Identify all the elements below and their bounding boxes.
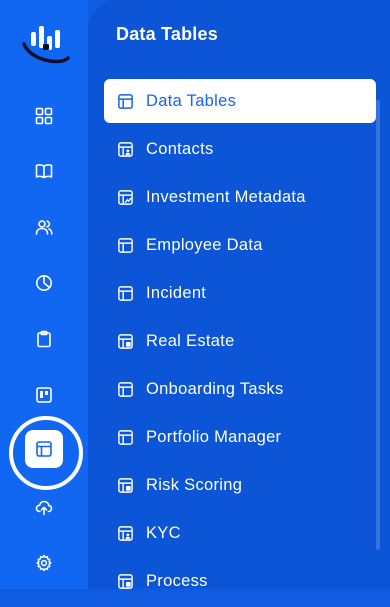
- rail-item-upload[interactable]: [24, 487, 64, 527]
- table-person-icon: [118, 525, 133, 541]
- menu-item-onboarding-tasks[interactable]: Onboarding Tasks: [104, 367, 376, 411]
- menu-item-kyc[interactable]: KYC: [104, 511, 376, 555]
- rail-item-library[interactable]: [24, 151, 64, 191]
- settings-icon: [36, 554, 52, 572]
- menu-item-employee-data[interactable]: Employee Data: [104, 223, 376, 267]
- menu-item-data-tables[interactable]: Data Tables: [104, 79, 376, 123]
- rail-item-boards[interactable]: [24, 375, 64, 415]
- pie-chart-icon: [36, 275, 52, 291]
- table-building-icon: [118, 573, 133, 589]
- icon-rail: [0, 0, 88, 589]
- table-icon: [118, 381, 133, 397]
- menu-item-investment-metadata[interactable]: Investment Metadata: [104, 175, 376, 219]
- cloud-upload-icon: [35, 500, 53, 516]
- table-icon: [118, 429, 133, 445]
- table-chart-icon: [118, 189, 133, 205]
- rail-item-tasks[interactable]: [24, 319, 64, 359]
- kanban-icon: [36, 387, 52, 403]
- menu-item-portfolio-manager[interactable]: Portfolio Manager: [104, 415, 376, 459]
- table-building-icon: [118, 477, 133, 493]
- menu-item-label: Real Estate: [146, 331, 235, 350]
- menu-item-label: KYC: [146, 523, 181, 542]
- table-person-icon: [118, 141, 133, 157]
- menu-item-label: Investment Metadata: [146, 187, 306, 206]
- rail-item-users[interactable]: [24, 207, 64, 247]
- rail-item-dashboard[interactable]: [24, 96, 64, 136]
- data-tables-panel: Data Tables Data Tables Contacts Investm…: [88, 0, 390, 590]
- menu-item-label: Onboarding Tasks: [146, 379, 284, 398]
- menu-item-real-estate[interactable]: Real Estate: [104, 319, 376, 363]
- menu-item-label: Contacts: [146, 139, 214, 158]
- table-icon: [118, 237, 133, 253]
- book-icon: [35, 164, 53, 179]
- menu-item-label: Data Tables: [146, 91, 237, 110]
- menu-item-label: Employee Data: [146, 235, 263, 254]
- menu-item-contacts[interactable]: Contacts: [104, 127, 376, 171]
- panel-scrollbar[interactable]: [376, 100, 380, 550]
- menu-item-incident[interactable]: Incident: [104, 271, 376, 315]
- table-icon: [118, 93, 133, 109]
- menu-item-label: Process: [146, 571, 208, 590]
- menu-item-risk-scoring[interactable]: Risk Scoring: [104, 463, 376, 507]
- data-tables-menu: Data Tables Contacts Investment Metadata…: [104, 79, 376, 607]
- table-building-icon: [118, 333, 133, 349]
- panel-title: Data Tables: [116, 24, 218, 44]
- table-icon: [36, 441, 52, 457]
- grid-icon: [35, 107, 53, 125]
- rail-item-settings[interactable]: [24, 543, 64, 583]
- menu-item-label: Risk Scoring: [146, 475, 243, 494]
- menu-item-process[interactable]: Process: [104, 559, 376, 603]
- app-logo-icon[interactable]: [20, 18, 70, 64]
- table-icon: [118, 285, 133, 301]
- menu-item-label: Portfolio Manager: [146, 427, 282, 446]
- rail-item-data-tables[interactable]: [25, 430, 63, 468]
- users-icon: [35, 220, 53, 235]
- clipboard-icon: [37, 330, 51, 348]
- rail-item-analytics[interactable]: [24, 263, 64, 303]
- menu-item-label: Incident: [146, 283, 207, 302]
